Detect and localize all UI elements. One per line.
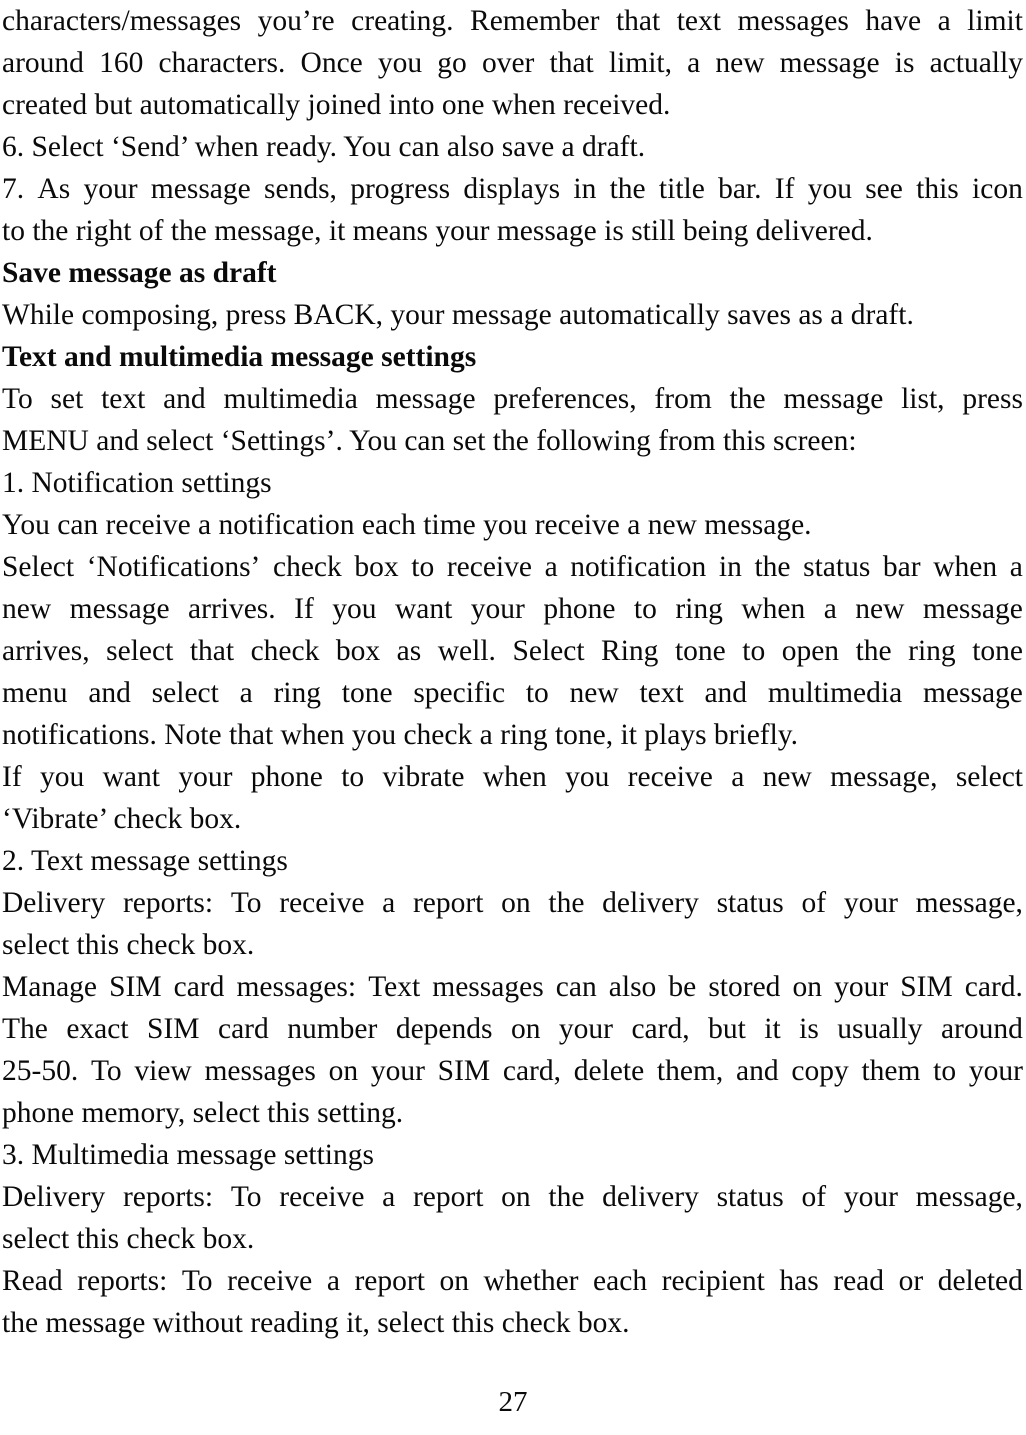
body-line: Manage SIM card messages: Text messages can als… [2, 971, 1023, 1003]
body-line: While composing, press BACK, your messag… [2, 299, 914, 331]
body-line: new message arrives. If you want your phone to ri… [2, 593, 1023, 625]
manual-page: characters/messages you’re creating. Rememb… [0, 0, 1026, 1435]
body-line: MENU and select ‘Settings’. You can set … [2, 425, 857, 457]
body-line: select this check box. [2, 1223, 255, 1255]
body-line: ‘Vibrate’ check box. [2, 803, 242, 835]
body-line: notifications. Note that when you check … [2, 719, 799, 751]
body-line: Read reports: To receive a report on whether eac… [2, 1265, 1023, 1297]
body-line: Delivery reports: To receive a report on the del… [2, 1181, 1023, 1213]
section-heading: Save message as draft [2, 257, 277, 289]
page-number: 27 [498, 1386, 528, 1418]
body-line: around 160 characters. Once you go over that lim… [2, 47, 1023, 79]
body-line: 25-50. To view messages on your SIM card, delete… [2, 1055, 1023, 1087]
body-line: phone memory, select this setting. [2, 1097, 404, 1129]
body-line: Delivery reports: To receive a report on the del… [2, 887, 1023, 919]
body-line: 2. Text message settings [2, 845, 288, 877]
body-line: 1. Notification settings [2, 467, 272, 499]
body-line: to the right of the message, it means yo… [2, 215, 873, 247]
body-line: arrives, select that check box as well. Select R… [2, 635, 1023, 667]
body-line: the message without reading it, select t… [2, 1307, 630, 1339]
section-heading: Text and multimedia message settings [2, 341, 477, 373]
body-line: 7. As your message sends, progress displays in t… [2, 173, 1023, 205]
body-line: menu and select a ring tone specific to new text a… [2, 677, 1023, 709]
body-line: You can receive a notification each time… [2, 509, 812, 541]
body-line: created but automatically joined into on… [2, 89, 671, 121]
body-line: To set text and multimedia message preferences… [2, 383, 1023, 415]
body-line: The exact SIM card number depends on your card, b… [2, 1013, 1023, 1045]
page-body-text: characters/messages you’re creating. Rememb… [2, 0, 1023, 1344]
body-line: 6. Select ‘Send’ when ready. You can als… [2, 131, 646, 163]
body-line: If you want your phone to vibrate when you receiv… [2, 761, 1023, 793]
body-line: select this check box. [2, 929, 255, 961]
body-line: Select ‘Notifications’ check box to receive a n… [2, 551, 1023, 583]
body-line: characters/messages you’re creating. Rememb… [2, 5, 1023, 37]
body-line: 3. Multimedia message settings [2, 1139, 374, 1171]
